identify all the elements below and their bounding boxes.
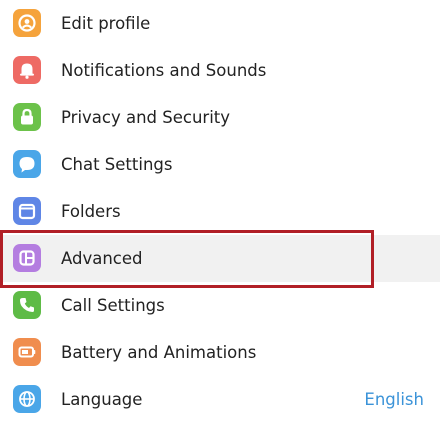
lock-icon (13, 103, 41, 131)
profile-icon (13, 9, 41, 37)
menu-item-chat-settings[interactable]: Chat Settings (0, 141, 440, 188)
folder-icon (13, 197, 41, 225)
globe-icon (13, 385, 41, 413)
menu-item-label: Battery and Animations (61, 343, 257, 362)
menu-item-folders[interactable]: Folders (0, 188, 440, 235)
settings-menu: Edit profile Notifications and Sounds Pr… (0, 0, 440, 427)
menu-item-label: Folders (61, 202, 121, 221)
menu-item-privacy[interactable]: Privacy and Security (0, 94, 440, 141)
advanced-icon (13, 244, 41, 272)
menu-item-advanced[interactable]: Advanced (0, 235, 440, 282)
phone-icon (13, 291, 41, 319)
menu-item-label: Privacy and Security (61, 108, 231, 127)
battery-icon (13, 338, 41, 366)
menu-item-label: Language (61, 390, 143, 409)
language-value: English (364, 390, 424, 409)
bell-icon (13, 56, 41, 84)
menu-item-edit-profile[interactable]: Edit profile (0, 0, 440, 47)
menu-item-label: Notifications and Sounds (61, 61, 267, 80)
menu-item-battery[interactable]: Battery and Animations (0, 329, 440, 376)
menu-item-call-settings[interactable]: Call Settings (0, 282, 440, 329)
menu-item-label: Call Settings (61, 296, 165, 315)
menu-item-language[interactable]: Language English (0, 376, 440, 423)
menu-item-label: Chat Settings (61, 155, 173, 174)
menu-item-label: Advanced (61, 249, 143, 268)
chat-bubble-icon (13, 150, 41, 178)
menu-item-label: Edit profile (61, 14, 151, 33)
menu-item-notifications[interactable]: Notifications and Sounds (0, 47, 440, 94)
